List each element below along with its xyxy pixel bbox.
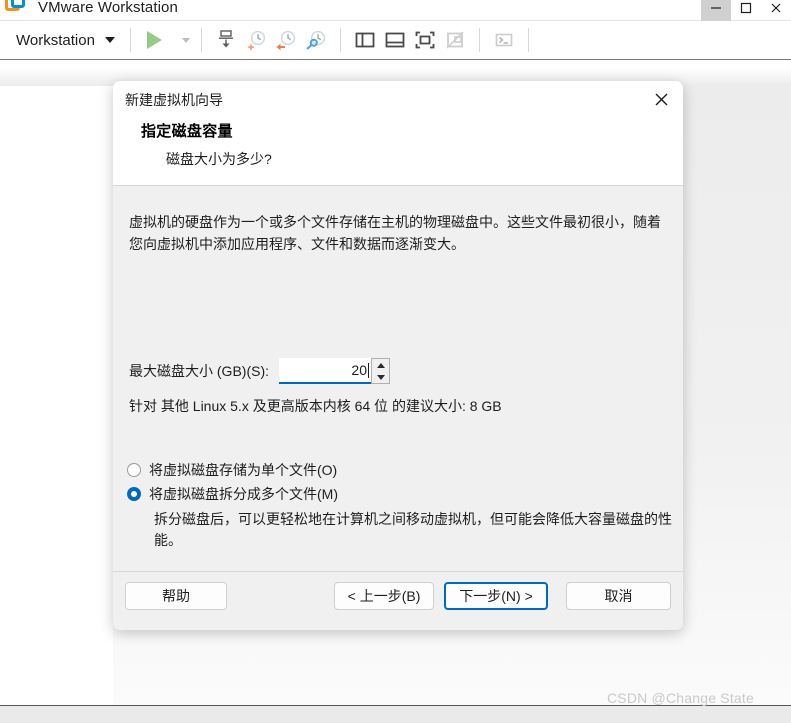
radio-label-single-file: 将虚拟磁盘存储为单个文件(O) xyxy=(149,462,338,478)
radio-label-split-files: 将虚拟磁盘拆分成多个文件(M) xyxy=(149,486,338,502)
show-thumbnail-bar-icon[interactable] xyxy=(380,25,410,55)
toolbar-divider xyxy=(339,28,341,52)
intro-text: 虚拟机的硬盘作为一个或多个文件存储在主机的物理磁盘中。这些文件最初很小，随着您向… xyxy=(129,214,661,252)
dialog-footer: 帮助 < 上一步(B) 下一步(N) > 取消 xyxy=(113,571,683,630)
max-disk-size-label: 最大磁盘大小 (GB)(S): xyxy=(129,363,269,379)
spinner-up-icon[interactable] xyxy=(372,359,389,371)
max-disk-size-row: 最大磁盘大小 (GB)(S): 20 xyxy=(129,358,390,384)
revert-snapshot-icon[interactable] xyxy=(271,25,301,55)
toolbar-divider xyxy=(478,28,480,52)
power-on-play-icon[interactable] xyxy=(140,25,170,55)
dialog-header: 指定磁盘容量 磁盘大小为多少? xyxy=(113,118,683,185)
status-bar xyxy=(0,706,791,723)
help-button[interactable]: 帮助 xyxy=(125,582,227,610)
recommended-size-hint: 针对 其他 Linux 5.x 及更高版本内核 64 位 的建议大小: 8 GB xyxy=(129,398,502,414)
app-content-left xyxy=(0,86,113,705)
take-snapshot-icon[interactable] xyxy=(241,25,271,55)
unity-mode-icon[interactable] xyxy=(440,25,470,55)
max-disk-size-stepper[interactable]: 20 xyxy=(279,358,390,384)
toolbar-divider xyxy=(527,28,529,52)
app-title: VMware Workstation xyxy=(38,0,178,16)
radio-icon-selected[interactable] xyxy=(127,487,141,501)
manage-snapshot-icon[interactable] xyxy=(211,25,241,55)
stepper-buttons xyxy=(371,358,390,384)
enter-full-screen-icon[interactable] xyxy=(410,25,440,55)
maximize-button[interactable] xyxy=(731,0,761,21)
chevron-down-icon xyxy=(104,37,115,43)
next-button[interactable]: 下一步(N) > xyxy=(444,582,548,610)
option-description: 拆分磁盘后，可以更轻松地在计算机之间移动虚拟机，但可能会降低大容量磁盘的性能。 xyxy=(154,511,672,548)
new-vm-wizard-dialog: 新建虚拟机向导 指定磁盘容量 磁盘大小为多少? 虚拟机的硬盘作为一个或多个文件存… xyxy=(113,81,683,630)
dialog-titlebar: 新建虚拟机向导 xyxy=(113,81,683,118)
power-options-dropdown-icon[interactable] xyxy=(170,25,192,55)
disk-storage-options: 将虚拟磁盘存储为单个文件(O) 将虚拟磁盘拆分成多个文件(M) 拆分磁盘后，可以… xyxy=(127,461,672,551)
vmware-logo-icon xyxy=(4,0,28,21)
workstation-menu-label: Workstation xyxy=(16,31,95,49)
snapshot-manager-icon[interactable] xyxy=(301,25,331,55)
radio-icon[interactable] xyxy=(127,463,141,477)
radio-option-single-file[interactable]: 将虚拟磁盘存储为单个文件(O) xyxy=(127,461,672,479)
dialog-body: 虚拟机的硬盘作为一个或多个文件存储在主机的物理磁盘中。这些文件最初很小，随着您向… xyxy=(113,186,683,584)
dialog-title: 新建虚拟机向导 xyxy=(125,92,223,108)
toolbar-divider xyxy=(129,28,131,52)
window-controls xyxy=(701,0,791,21)
minimize-button[interactable] xyxy=(701,0,731,21)
radio-option-split-files[interactable]: 将虚拟磁盘拆分成多个文件(M) xyxy=(127,485,672,503)
cancel-button[interactable]: 取消 xyxy=(566,582,671,610)
toolbar-divider xyxy=(200,28,202,52)
max-disk-size-input[interactable]: 20 xyxy=(279,358,371,384)
app-titlebar: VMware Workstation xyxy=(0,0,791,21)
text-cursor xyxy=(368,362,369,378)
spinner-down-icon[interactable] xyxy=(372,371,389,383)
back-button[interactable]: < 上一步(B) xyxy=(334,582,434,610)
console-terminal-icon[interactable] xyxy=(489,25,519,55)
dialog-subheading: 磁盘大小为多少? xyxy=(166,151,272,167)
workstation-menu-button[interactable]: Workstation xyxy=(10,28,121,53)
close-icon[interactable] xyxy=(639,81,683,118)
max-disk-size-value: 20 xyxy=(351,362,367,378)
main-toolbar: Workstation xyxy=(0,21,791,60)
dialog-heading: 指定磁盘容量 xyxy=(141,123,233,140)
show-library-panel-icon[interactable] xyxy=(350,25,380,55)
watermark: CSDN @Change State xyxy=(607,690,754,706)
close-button[interactable] xyxy=(761,0,791,21)
